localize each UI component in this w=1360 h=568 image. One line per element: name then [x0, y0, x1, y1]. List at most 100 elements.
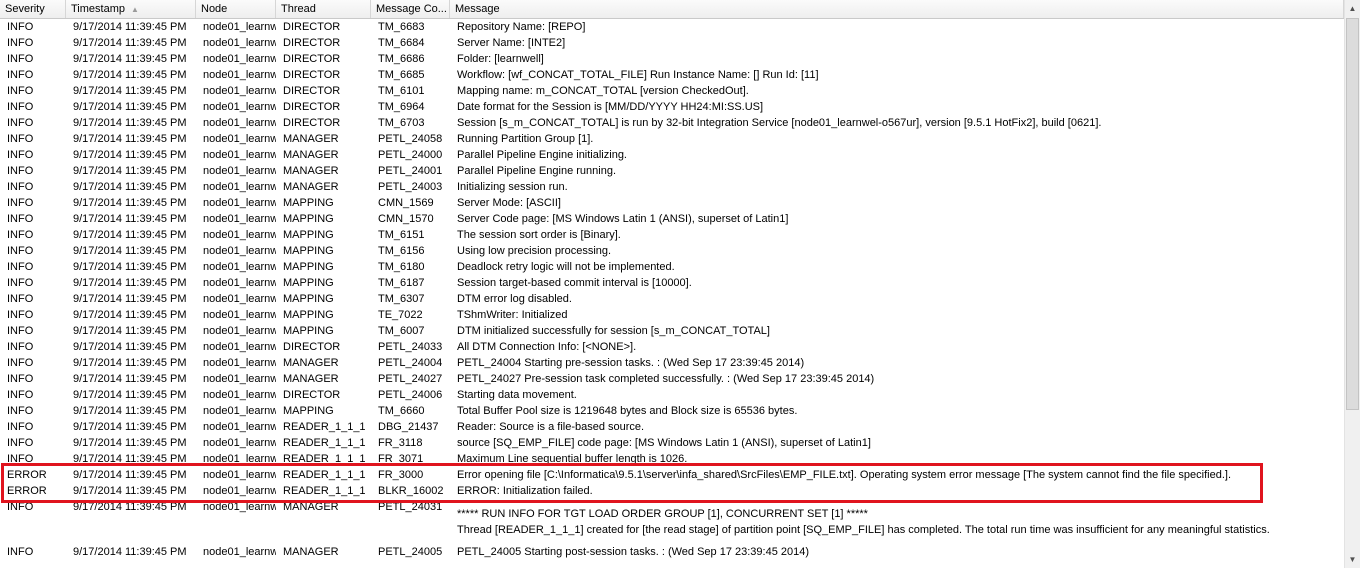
- session-log-grid[interactable]: Severity Timestamp ▲ Node Thread Message …: [0, 0, 1344, 568]
- timestamp-cell: 9/17/2014 11:39:45 PM: [73, 165, 187, 177]
- timestamp-cell: 9/17/2014 11:39:45 PM: [73, 245, 187, 257]
- table-row[interactable]: INFO 9/17/2014 11:39:45 PM node01_learnw MA…: [0, 131, 1344, 147]
- column-header-timestamp[interactable]: Timestamp ▲: [66, 0, 196, 18]
- timestamp-cell: 9/17/2014 11:39:45 PM: [73, 117, 187, 129]
- table-row[interactable]: INFO 9/17/2014 11:39:45 PM node01_learnw MA…: [0, 259, 1344, 275]
- column-header-message[interactable]: Message: [450, 0, 1344, 18]
- sort-ascending-icon: ▲: [131, 5, 139, 14]
- table-row[interactable]: INFO 9/17/2014 11:39:45 PM node01_learnw MA…: [0, 147, 1344, 163]
- table-row[interactable]: INFO 9/17/2014 11:39:45 PM node01_learnw RE…: [0, 435, 1344, 451]
- message-cell: Date format for the Session is [MM/DD/YY…: [457, 101, 764, 113]
- table-row[interactable]: INFO 9/17/2014 11:39:45 PM node01_learnw DI…: [0, 35, 1344, 51]
- message-code-cell: TM_6151: [378, 229, 425, 241]
- table-row[interactable]: INFO 9/17/2014 11:39:45 PM node01_learnw RE…: [0, 419, 1344, 435]
- column-header-severity[interactable]: Severity: [0, 0, 66, 18]
- table-row[interactable]: INFO 9/17/2014 11:39:45 PM node01_learnw MA…: [0, 179, 1344, 195]
- table-row[interactable]: ERROR 9/17/2014 11:39:45 PM node01_learnw R…: [0, 483, 1344, 499]
- table-row[interactable]: INFO 9/17/2014 11:39:45 PM node01_learnw DI…: [0, 83, 1344, 99]
- table-row[interactable]: INFO 9/17/2014 11:39:45 PM node01_learnw MA…: [0, 499, 1344, 544]
- thread-cell: MANAGER: [283, 133, 339, 145]
- table-row[interactable]: INFO 9/17/2014 11:39:45 PM node01_learnw MA…: [0, 307, 1344, 323]
- table-row[interactable]: INFO 9/17/2014 11:39:45 PM node01_learnw MA…: [0, 163, 1344, 179]
- node-cell: node01_learnw: [203, 373, 276, 385]
- column-header-node[interactable]: Node: [196, 0, 276, 18]
- message-code-cell: PETL_24005: [378, 546, 443, 558]
- message-code-cell: BLKR_16002: [378, 485, 444, 497]
- table-row[interactable]: INFO 9/17/2014 11:39:45 PM node01_learnw DI…: [0, 51, 1344, 67]
- message-cell: Server Code page: [MS Windows Latin 1 (A…: [457, 213, 789, 225]
- severity-cell: INFO: [7, 309, 34, 321]
- table-row[interactable]: INFO 9/17/2014 11:39:45 PM node01_learnw MA…: [0, 275, 1344, 291]
- message-cell: DTM error log disabled.: [457, 293, 572, 305]
- scroll-down-icon[interactable]: ▼: [1345, 551, 1360, 568]
- thread-cell: DIRECTOR: [283, 85, 341, 97]
- node-cell: node01_learnw: [203, 546, 276, 558]
- severity-cell: INFO: [7, 69, 34, 81]
- message-cell: TShmWriter: Initialized: [457, 309, 568, 321]
- message-cell: Maximum Line sequential buffer length is…: [457, 453, 688, 465]
- severity-cell: INFO: [7, 501, 34, 513]
- message-code-cell: PETL_24058: [378, 133, 443, 145]
- node-cell: node01_learnw: [203, 197, 276, 209]
- thread-cell: MAPPING: [283, 277, 334, 289]
- severity-cell: INFO: [7, 213, 34, 225]
- timestamp-cell: 9/17/2014 11:39:45 PM: [73, 85, 187, 97]
- column-header-label: Node: [201, 3, 228, 15]
- scroll-up-icon[interactable]: ▲: [1345, 0, 1360, 17]
- table-row[interactable]: INFO 9/17/2014 11:39:45 PM node01_learnw DI…: [0, 115, 1344, 131]
- table-row[interactable]: INFO 9/17/2014 11:39:45 PM node01_learnw MA…: [0, 403, 1344, 419]
- timestamp-cell: 9/17/2014 11:39:45 PM: [73, 101, 187, 113]
- message-code-cell: TM_6686: [378, 53, 425, 65]
- message-code-cell: TM_6684: [378, 37, 425, 49]
- node-cell: node01_learnw: [203, 53, 276, 65]
- table-row[interactable]: INFO 9/17/2014 11:39:45 PM node01_learnw MA…: [0, 211, 1344, 227]
- table-row[interactable]: INFO 9/17/2014 11:39:45 PM node01_learnw MA…: [0, 544, 1344, 560]
- node-cell: node01_learnw: [203, 485, 276, 497]
- scrollbar-thumb[interactable]: [1346, 18, 1359, 410]
- table-row[interactable]: INFO 9/17/2014 11:39:45 PM node01_learnw MA…: [0, 227, 1344, 243]
- message-cell: Server Mode: [ASCII]: [457, 197, 561, 209]
- vertical-scrollbar[interactable]: ▲ ▼: [1344, 0, 1360, 568]
- column-header-label: Severity: [5, 3, 45, 15]
- timestamp-cell: 9/17/2014 11:39:45 PM: [73, 341, 187, 353]
- timestamp-cell: 9/17/2014 11:39:45 PM: [73, 261, 187, 273]
- table-row[interactable]: INFO 9/17/2014 11:39:45 PM node01_learnw DI…: [0, 339, 1344, 355]
- table-row[interactable]: INFO 9/17/2014 11:39:45 PM node01_learnw DI…: [0, 387, 1344, 403]
- timestamp-cell: 9/17/2014 11:39:45 PM: [73, 21, 187, 33]
- severity-cell: INFO: [7, 453, 34, 465]
- node-cell: node01_learnw: [203, 101, 276, 113]
- message-cell: Deadlock retry logic will not be impleme…: [457, 261, 675, 273]
- severity-cell: INFO: [7, 261, 34, 273]
- thread-cell: MAPPING: [283, 261, 334, 273]
- node-cell: node01_learnw: [203, 293, 276, 305]
- table-row[interactable]: INFO 9/17/2014 11:39:45 PM node01_learnw MA…: [0, 355, 1344, 371]
- table-row[interactable]: INFO 9/17/2014 11:39:45 PM node01_learnw DI…: [0, 67, 1344, 83]
- thread-cell: DIRECTOR: [283, 37, 341, 49]
- table-row[interactable]: INFO 9/17/2014 11:39:45 PM node01_learnw MA…: [0, 371, 1344, 387]
- table-row[interactable]: INFO 9/17/2014 11:39:45 PM node01_learnw DI…: [0, 19, 1344, 35]
- table-row[interactable]: INFO 9/17/2014 11:39:45 PM node01_learnw MA…: [0, 323, 1344, 339]
- node-cell: node01_learnw: [203, 213, 276, 225]
- severity-cell: INFO: [7, 101, 34, 113]
- node-cell: node01_learnw: [203, 277, 276, 289]
- message-code-cell: TM_6101: [378, 85, 425, 97]
- node-cell: node01_learnw: [203, 501, 276, 513]
- table-row[interactable]: INFO 9/17/2014 11:39:45 PM node01_learnw MA…: [0, 195, 1344, 211]
- timestamp-cell: 9/17/2014 11:39:45 PM: [73, 325, 187, 337]
- column-header-label: Message Co...: [376, 3, 447, 15]
- column-header-thread[interactable]: Thread: [276, 0, 371, 18]
- message-cell: Error opening file [C:\Informatica\9.5.1…: [457, 469, 1231, 481]
- severity-cell: INFO: [7, 53, 34, 65]
- severity-cell: INFO: [7, 117, 34, 129]
- message-code-cell: TM_6660: [378, 405, 425, 417]
- table-row[interactable]: INFO 9/17/2014 11:39:45 PM node01_learnw MA…: [0, 291, 1344, 307]
- table-row[interactable]: INFO 9/17/2014 11:39:45 PM node01_learnw RE…: [0, 451, 1344, 467]
- table-row[interactable]: INFO 9/17/2014 11:39:45 PM node01_learnw DI…: [0, 99, 1344, 115]
- node-cell: node01_learnw: [203, 357, 276, 369]
- table-row[interactable]: INFO 9/17/2014 11:39:45 PM node01_learnw MA…: [0, 243, 1344, 259]
- node-cell: node01_learnw: [203, 133, 276, 145]
- column-header-message-code[interactable]: Message Co...: [371, 0, 450, 18]
- node-cell: node01_learnw: [203, 325, 276, 337]
- table-row[interactable]: ERROR 9/17/2014 11:39:45 PM node01_learnw R…: [0, 467, 1344, 483]
- message-cell: The session sort order is [Binary].: [457, 229, 621, 241]
